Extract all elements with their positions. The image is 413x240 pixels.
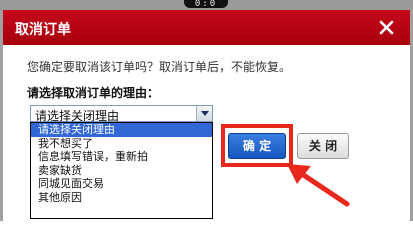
reason-option[interactable]: 请选择关闭理由 [31, 123, 212, 137]
reason-dropdown-list: 请选择关闭理由 我不想买了 信息填写错误，重新拍 卖家缺货 同城见面交易 其他原… [30, 122, 213, 219]
reason-option[interactable]: 其他原因 [31, 191, 212, 205]
reason-option[interactable]: 信息填写错误，重新拍 [31, 150, 212, 164]
dialog-title: 取消订单 [15, 22, 71, 38]
reason-option[interactable]: 同城见面交易 [31, 177, 212, 191]
reason-option[interactable]: 卖家缺货 [31, 164, 212, 178]
confirm-button[interactable]: 确 定 [228, 133, 286, 159]
dialog-message: 您确定要取消该订单吗？取消订单后，不能恢复。 [27, 60, 292, 74]
reason-select[interactable]: 请选择关闭理由 [30, 105, 213, 123]
arrow-annotation-icon [287, 164, 350, 207]
background-indicator: 0:0 [184, 0, 228, 9]
reason-option[interactable]: 我不想买了 [31, 137, 212, 151]
page-background: 0:0 [0, 0, 413, 10]
close-button[interactable]: 关 闭 [297, 133, 349, 159]
close-x-icon[interactable] [378, 19, 395, 36]
reason-prompt: 请选择取消订单的理由： [27, 86, 160, 100]
dialog-titlebar: 取消订单 [3, 10, 410, 45]
chevron-down-icon[interactable] [196, 106, 212, 121]
